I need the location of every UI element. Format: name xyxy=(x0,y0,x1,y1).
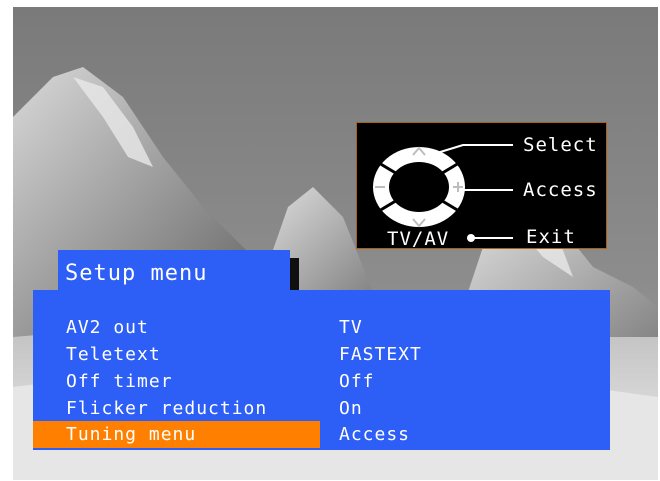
menu-item-label: Flicker reduction xyxy=(66,398,268,419)
select-label: Select xyxy=(523,134,598,156)
exit-label: Exit xyxy=(526,226,576,248)
menu-item-value: On xyxy=(339,398,363,419)
menu-item-label-cell: Off timer xyxy=(33,368,320,395)
menu-item-off-timer[interactable]: Off timer Off xyxy=(33,368,610,395)
menu-item-tuning-menu[interactable]: Tuning menu Access xyxy=(33,421,610,448)
access-label: Access xyxy=(523,179,598,201)
menu-item-value: Off xyxy=(339,371,375,392)
menu-item-value: FASTEXT xyxy=(339,344,422,365)
menu-item-label: Off timer xyxy=(66,371,173,392)
menu-item-label-cell: Flicker reduction xyxy=(33,395,320,422)
menu-item-teletext[interactable]: Teletext FASTEXT xyxy=(33,341,610,368)
menu-item-value: TV xyxy=(339,317,363,338)
tv-screen: Select Access Exit TV/AV Setup menu AV2 … xyxy=(0,0,660,481)
menu-item-label: Tuning menu xyxy=(66,424,197,445)
page-title: Setup menu xyxy=(65,261,208,286)
menu-item-av2-out[interactable]: AV2 out TV xyxy=(33,314,610,341)
remote-control-legend: Select Access Exit TV/AV xyxy=(356,122,607,249)
menu-item-flicker-reduction[interactable]: Flicker reduction On xyxy=(33,395,610,422)
menu-item-value: Access xyxy=(339,424,411,445)
setup-menu-panel: AV2 out TV Teletext FASTEXT Off timer Of… xyxy=(33,290,610,450)
menu-item-label-cell: Teletext xyxy=(33,341,320,368)
menu-item-label: AV2 out xyxy=(66,317,149,338)
menu-item-label-cell: Tuning menu xyxy=(33,421,320,448)
tvav-label: TV/AV xyxy=(387,228,450,250)
menu-item-label: Teletext xyxy=(66,344,161,365)
menu-item-label-cell: AV2 out xyxy=(33,314,320,341)
